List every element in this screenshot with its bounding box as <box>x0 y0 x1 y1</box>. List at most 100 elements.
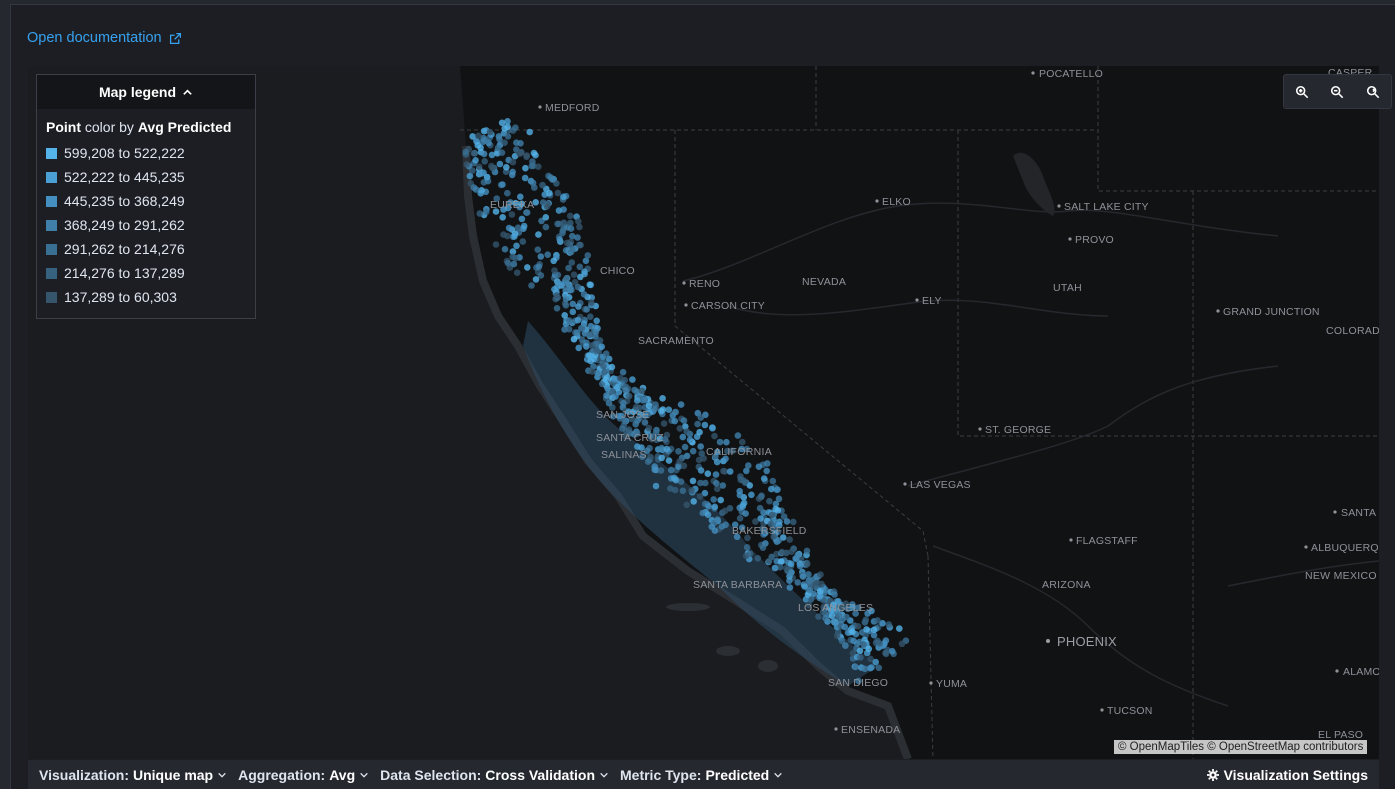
data-point <box>592 328 600 336</box>
legend-item: 522,222 to 445,235 <box>37 165 255 189</box>
data-point <box>483 208 490 216</box>
data-point <box>477 190 485 197</box>
zoom-out-icon[interactable] <box>1324 79 1350 105</box>
data-point <box>472 157 479 164</box>
data-point <box>775 537 782 544</box>
data-point <box>714 485 721 493</box>
data-point <box>680 462 688 470</box>
map-attribution[interactable]: © OpenMapTiles © OpenStreetMap contribut… <box>1114 740 1368 754</box>
data-point <box>865 645 873 653</box>
chevron-down-icon <box>218 772 226 778</box>
chevron-down-icon <box>774 772 783 778</box>
data-point <box>698 450 705 457</box>
data-point <box>534 246 542 253</box>
data-selection-dropdown[interactable]: Data Selection: Cross Validation <box>380 767 609 783</box>
open-documentation-link[interactable]: Open documentation <box>27 30 182 46</box>
svg-text:BAKERSFIELD: BAKERSFIELD <box>732 525 807 537</box>
data-point <box>768 511 776 519</box>
gear-icon <box>1206 768 1219 781</box>
data-point <box>659 395 666 402</box>
data-point <box>603 392 610 399</box>
data-point <box>575 218 582 225</box>
svg-text:LOS ANGELES: LOS ANGELES <box>798 602 873 614</box>
data-point <box>554 189 562 197</box>
data-point <box>838 637 846 645</box>
data-point <box>861 665 869 673</box>
data-point <box>535 163 542 170</box>
data-point <box>516 150 523 157</box>
data-point <box>758 492 765 500</box>
svg-text:ENSENADA: ENSENADA <box>841 724 900 736</box>
data-point <box>746 550 754 557</box>
data-point <box>862 616 870 624</box>
data-point <box>553 292 560 299</box>
legend-item: 214,276 to 137,289 <box>37 261 255 285</box>
data-point <box>764 460 771 467</box>
data-point <box>612 393 619 400</box>
data-point <box>519 238 527 245</box>
map-legend-toggle[interactable]: Map legend <box>37 75 255 109</box>
data-point <box>513 269 521 276</box>
data-point <box>690 498 697 505</box>
data-point <box>683 428 690 435</box>
data-point <box>704 470 712 478</box>
data-point <box>567 283 574 291</box>
data-point <box>870 626 878 634</box>
data-point <box>804 560 811 568</box>
data-point <box>570 336 578 343</box>
data-point <box>801 583 808 590</box>
data-point <box>679 487 687 495</box>
visualization-settings-button[interactable]: Visualization Settings <box>1206 767 1368 783</box>
data-point <box>882 649 889 657</box>
data-point <box>486 128 494 136</box>
metric-type-dropdown[interactable]: Metric Type: Predicted <box>620 767 783 783</box>
data-point <box>680 417 688 424</box>
data-point <box>658 407 665 415</box>
aggregation-dropdown[interactable]: Aggregation: Avg <box>238 767 369 783</box>
data-point <box>896 625 903 632</box>
svg-text:SAN DIEGO: SAN DIEGO <box>828 677 888 689</box>
left-rail <box>0 0 11 789</box>
data-point <box>510 260 518 268</box>
svg-text:MEDFORD: MEDFORD <box>545 102 600 114</box>
data-point <box>898 640 906 648</box>
data-point <box>710 496 717 503</box>
data-point <box>677 401 685 408</box>
data-point <box>608 363 616 371</box>
legend-swatch <box>46 243 57 255</box>
data-point <box>657 467 665 474</box>
visualization-dropdown[interactable]: Visualization: Unique map <box>39 767 227 783</box>
data-point <box>462 148 470 156</box>
data-point <box>565 264 572 272</box>
zoom-in-icon[interactable] <box>1289 79 1315 105</box>
svg-text:SACRAMENTO: SACRAMENTO <box>638 335 714 347</box>
data-point <box>675 448 682 455</box>
data-point <box>474 142 482 149</box>
data-point <box>667 466 675 474</box>
data-point <box>701 421 709 429</box>
data-point <box>772 505 779 513</box>
data-point <box>794 579 801 586</box>
data-point <box>501 125 509 132</box>
svg-text:ST. GEORGE: ST. GEORGE <box>985 424 1051 436</box>
legend-swatch <box>46 267 57 279</box>
legend-range-label: 214,276 to 137,289 <box>64 265 185 281</box>
data-point <box>586 352 593 359</box>
reset-zoom-icon[interactable] <box>1360 79 1386 105</box>
data-point <box>817 571 824 578</box>
data-point <box>598 343 605 351</box>
data-point <box>542 214 550 221</box>
data-point <box>736 491 744 499</box>
data-point <box>625 392 633 400</box>
legend-range-label: 368,249 to 291,262 <box>64 217 185 233</box>
data-point <box>833 632 841 639</box>
legend-swatch <box>46 195 57 207</box>
data-point <box>697 443 704 450</box>
legend-swatch <box>46 219 57 231</box>
data-point <box>596 337 604 344</box>
data-point <box>839 616 846 623</box>
data-point <box>581 268 588 275</box>
data-point <box>705 502 712 510</box>
data-point <box>815 613 822 620</box>
data-point <box>769 477 777 485</box>
